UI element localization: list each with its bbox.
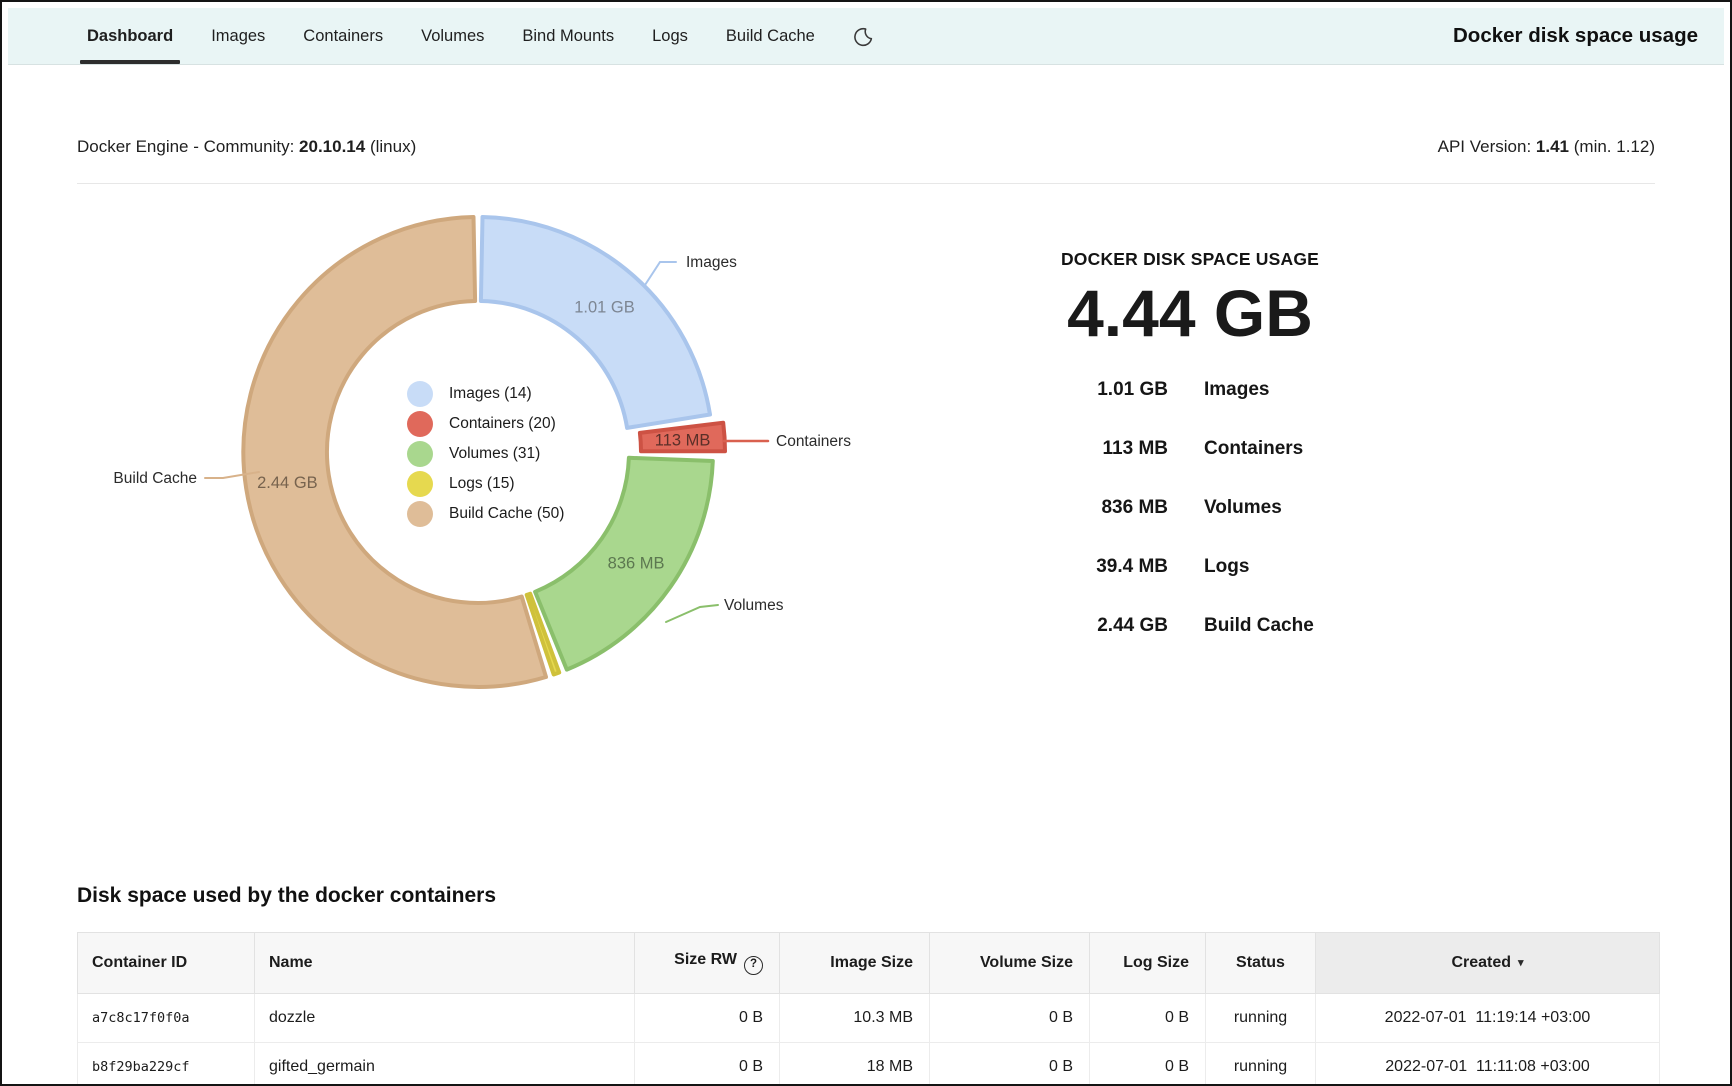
cell-created: 2022-07-01 11:19:14 +03:00 (1316, 994, 1660, 1043)
cell-log-size: 0 B (1090, 994, 1206, 1043)
cell-created: 2022-07-01 11:11:08 +03:00 (1316, 1043, 1660, 1086)
header-volume-size[interactable]: Volume Size (930, 933, 1090, 994)
summary-label: Volumes (1204, 497, 1282, 519)
engine-info-row: Docker Engine - Community: 20.10.14 (lin… (8, 137, 1724, 157)
api-version: 1.41 (1536, 137, 1569, 156)
legend-swatch-logs (407, 471, 433, 497)
help-icon[interactable]: ? (744, 956, 763, 975)
summary-value: 113 MB (990, 438, 1168, 460)
engine-version: 20.10.14 (299, 137, 365, 156)
header-log-size[interactable]: Log Size (1090, 933, 1206, 994)
nav-tabs: Dashboard Images Containers Volumes Bind… (8, 8, 815, 64)
containers-section-title: Disk space used by the docker containers (77, 882, 1655, 910)
chart-legend: Images (14) Containers (20) Volumes (31)… (407, 379, 564, 529)
legend-swatch-images (407, 381, 433, 407)
tab-containers[interactable]: Containers (303, 8, 383, 64)
tab-build-cache[interactable]: Build Cache (726, 8, 815, 64)
summary-heading: DOCKER DISK SPACE USAGE (990, 249, 1390, 270)
header-name[interactable]: Name (255, 933, 635, 994)
table-header-row: Container ID Name Size RW? Image Size Vo… (78, 933, 1660, 994)
callout-containers: Containers (724, 433, 851, 450)
legend-label: Containers (20) (449, 415, 556, 433)
summary-rows: 1.01 GB Images 113 MB Containers 836 MB … (990, 360, 1390, 655)
slice-value-label: 836 MB (608, 555, 665, 573)
tab-images[interactable]: Images (211, 8, 265, 64)
summary-label: Logs (1204, 556, 1249, 578)
header-image-size[interactable]: Image Size (780, 933, 930, 994)
moon-icon (853, 26, 874, 47)
summary-value: 2.44 GB (990, 615, 1168, 637)
disk-usage-chart-section: Images Containers Volumes Build Cache 1.… (8, 184, 1724, 804)
app-window: Dashboard Images Containers Volumes Bind… (0, 0, 1732, 1086)
callout-label-volumes: Volumes (724, 597, 784, 614)
api-version-info: API Version: 1.41 (min. 1.12) (1438, 137, 1655, 157)
cell-container-id: a7c8c17f0f0a (78, 994, 255, 1043)
legend-item-build-cache[interactable]: Build Cache (50) (407, 499, 564, 529)
callout-volumes: Volumes (666, 597, 784, 622)
legend-item-images[interactable]: Images (14) (407, 379, 564, 409)
cell-name: gifted_germain (255, 1043, 635, 1086)
legend-swatch-volumes (407, 441, 433, 467)
header-status[interactable]: Status (1206, 933, 1316, 994)
slice-value-label: 113 MB (655, 432, 711, 450)
containers-table: Container ID Name Size RW? Image Size Vo… (77, 932, 1660, 1086)
cell-log-size: 0 B (1090, 1043, 1206, 1086)
dark-mode-toggle[interactable] (853, 8, 874, 64)
legend-label: Build Cache (50) (449, 505, 564, 523)
callout-build-cache: Build Cache (113, 470, 259, 487)
cell-size-rw: 0 B (635, 994, 780, 1043)
summary-value: 39.4 MB (990, 556, 1168, 578)
summary-row-volumes: 836 MB Volumes (990, 478, 1390, 537)
slice-value-label: 2.44 GB (257, 474, 318, 492)
summary-row-containers: 113 MB Containers (990, 419, 1390, 478)
tab-bind-mounts[interactable]: Bind Mounts (522, 8, 614, 64)
legend-swatch-containers (407, 411, 433, 437)
legend-label: Images (14) (449, 385, 532, 403)
cell-container-id: b8f29ba229cf (78, 1043, 255, 1086)
cell-volume-size: 0 B (930, 994, 1090, 1043)
legend-label: Volumes (31) (449, 445, 540, 463)
disk-usage-summary-panel: DOCKER DISK SPACE USAGE 4.44 GB 1.01 GB … (990, 249, 1390, 655)
top-navigation-bar: Dashboard Images Containers Volumes Bind… (8, 8, 1724, 65)
summary-value: 1.01 GB (990, 379, 1168, 401)
summary-row-logs: 39.4 MB Logs (990, 537, 1390, 596)
app-title: Docker disk space usage (1453, 8, 1724, 64)
cell-size-rw: 0 B (635, 1043, 780, 1086)
cell-status: running (1206, 1043, 1316, 1086)
tab-dashboard[interactable]: Dashboard (87, 8, 173, 64)
legend-label: Logs (15) (449, 475, 514, 493)
summary-label: Containers (1204, 438, 1303, 460)
cell-image-size: 10.3 MB (780, 994, 930, 1043)
table-row: b8f29ba229cf gifted_germain 0 B 18 MB 0 … (78, 1043, 1660, 1086)
summary-value: 836 MB (990, 497, 1168, 519)
sort-desc-icon: ▾ (1518, 957, 1524, 969)
header-container-id[interactable]: Container ID (78, 933, 255, 994)
slice-value-label: 1.01 GB (574, 298, 635, 316)
callout-label-containers: Containers (776, 433, 851, 450)
tab-volumes[interactable]: Volumes (421, 8, 484, 64)
cell-name: dozzle (255, 994, 635, 1043)
header-created[interactable]: Created▾ (1316, 933, 1660, 994)
summary-row-images: 1.01 GB Images (990, 360, 1390, 419)
summary-total: 4.44 GB (990, 280, 1390, 346)
tab-logs[interactable]: Logs (652, 8, 688, 64)
legend-item-logs[interactable]: Logs (15) (407, 469, 564, 499)
cell-image-size: 18 MB (780, 1043, 930, 1086)
summary-label: Images (1204, 379, 1269, 401)
header-size-rw[interactable]: Size RW? (635, 933, 780, 994)
legend-swatch-build-cache (407, 501, 433, 527)
summary-row-build-cache: 2.44 GB Build Cache (990, 596, 1390, 655)
callout-label-images: Images (686, 254, 737, 271)
cell-status: running (1206, 994, 1316, 1043)
cell-volume-size: 0 B (930, 1043, 1090, 1086)
summary-label: Build Cache (1204, 615, 1314, 637)
legend-item-containers[interactable]: Containers (20) (407, 409, 564, 439)
callout-label-build-cache: Build Cache (113, 470, 197, 487)
table-row: a7c8c17f0f0a dozzle 0 B 10.3 MB 0 B 0 B … (78, 994, 1660, 1043)
callout-images: Images (645, 254, 737, 285)
legend-item-volumes[interactable]: Volumes (31) (407, 439, 564, 469)
engine-info: Docker Engine - Community: 20.10.14 (lin… (77, 137, 416, 157)
